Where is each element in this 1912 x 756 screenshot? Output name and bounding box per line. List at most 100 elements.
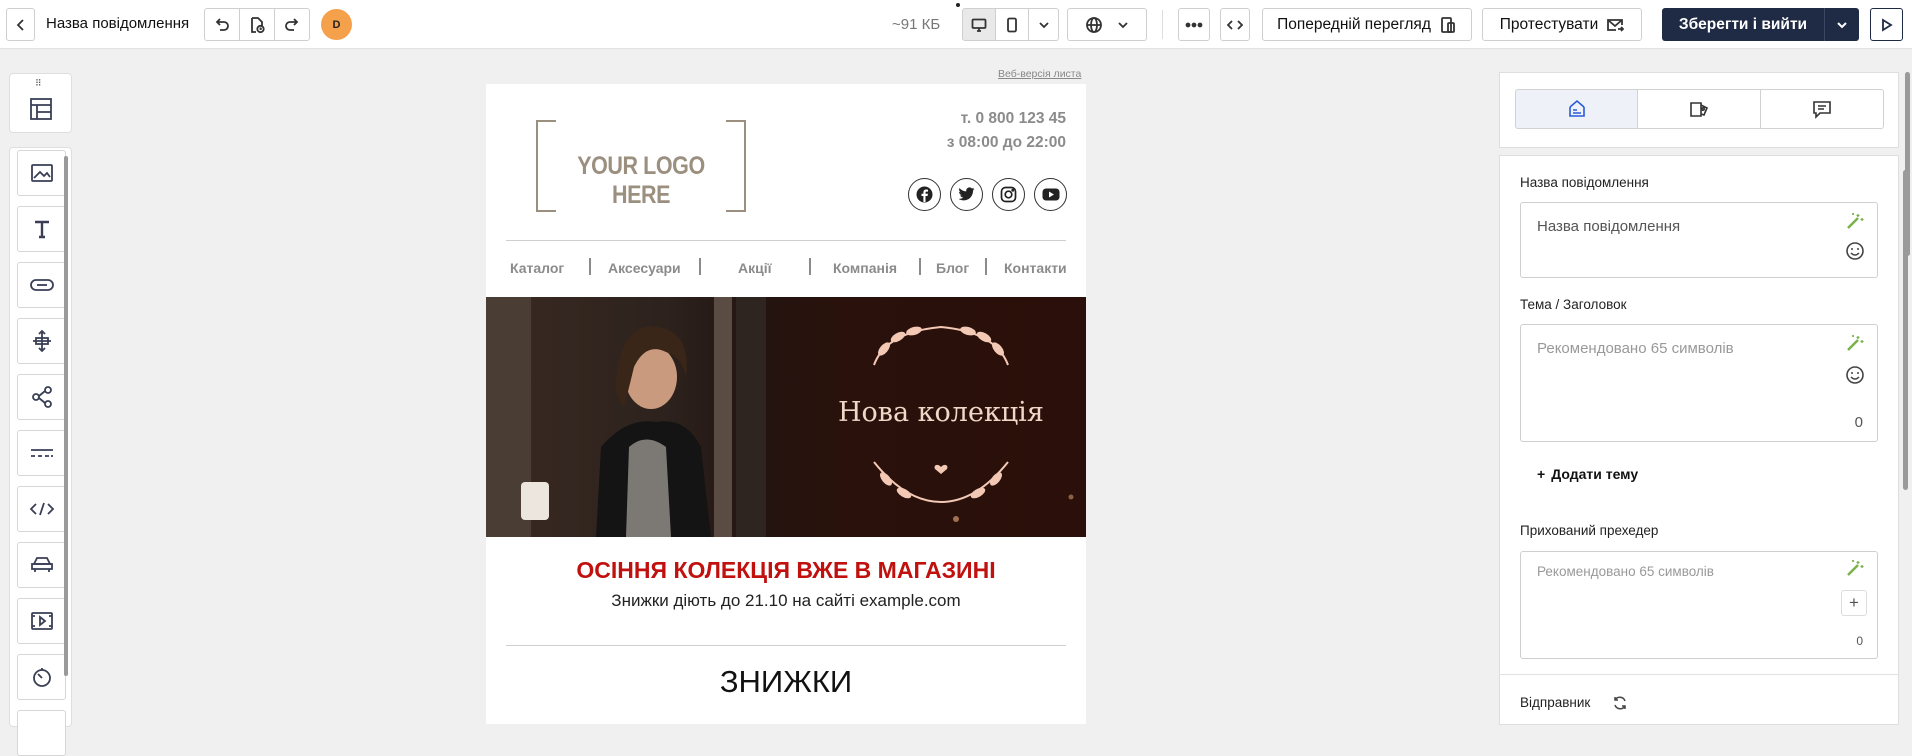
add-topic-button[interactable]: + Додати тему <box>1537 466 1638 482</box>
emoji-icon[interactable] <box>1845 365 1865 385</box>
save-exit-button[interactable]: Зберегти і вийти <box>1662 8 1824 41</box>
settings-scrollbar[interactable] <box>1903 170 1908 490</box>
email-headline[interactable]: ОСІННЯ КОЛЕКЦІЯ ВЖЕ В МАГАЗИНІ <box>486 557 1086 584</box>
preview-label: Попередній перегляд <box>1277 15 1431 33</box>
facebook-icon[interactable] <box>908 178 941 211</box>
button-tool[interactable] <box>17 262 66 308</box>
html-tool[interactable] <box>17 486 66 532</box>
message-size: ~91 КБ <box>892 16 941 33</box>
drag-handle-icon[interactable]: ⠿ <box>35 78 43 89</box>
preheader-label: Прихований прехедер <box>1520 523 1659 538</box>
mobile-view-button[interactable] <box>995 8 1029 41</box>
blocks-panel: ⠿ <box>9 73 72 133</box>
content-divider <box>506 645 1066 646</box>
chevron-down-icon <box>1118 21 1128 28</box>
menu-block-icon <box>30 557 53 572</box>
divider <box>1162 10 1163 39</box>
social-tool[interactable] <box>17 374 66 420</box>
desktop-icon <box>971 18 987 32</box>
subject-field[interactable]: Рекомендовано 65 символів 0 <box>1520 324 1878 442</box>
tab-message-settings[interactable] <box>1515 89 1638 129</box>
video-tool[interactable] <box>17 598 66 644</box>
history-button[interactable] <box>239 8 275 41</box>
subject-placeholder: Рекомендовано 65 символів <box>1537 340 1734 357</box>
view-dropdown[interactable] <box>1028 8 1059 41</box>
text-tool[interactable] <box>17 206 66 252</box>
menu-item-catalog[interactable]: Каталог <box>510 260 564 276</box>
hero-banner[interactable]: Нова колекція <box>486 297 1086 537</box>
globe-icon <box>1086 16 1102 33</box>
emoji-icon[interactable] <box>1845 241 1865 261</box>
refresh-icon[interactable] <box>1612 695 1628 711</box>
blocks-layout-icon[interactable] <box>28 96 54 122</box>
message-title[interactable]: Назва повідомлення <box>46 15 189 32</box>
youtube-icon[interactable] <box>1034 178 1067 211</box>
share-icon <box>31 386 52 408</box>
save-options-dropdown[interactable] <box>1824 8 1859 41</box>
working-hours: з 08:00 до 22:00 <box>946 134 1066 151</box>
tag-icon <box>1690 102 1709 117</box>
email-canvas[interactable]: YOUR LOGO HERE т. 0 800 123 45 з 08:00 д… <box>486 84 1086 724</box>
test-button[interactable]: Протестувати <box>1482 8 1642 41</box>
logo-placeholder[interactable]: YOUR LOGO HERE <box>536 120 746 212</box>
menu-separator <box>919 258 921 275</box>
preview-button[interactable]: Попередній перегляд <box>1262 8 1472 41</box>
menu-item-accessories[interactable]: Аксесуари <box>608 260 681 276</box>
header-divider <box>506 240 1066 241</box>
timer-icon <box>32 668 51 687</box>
more-tools[interactable] <box>17 710 66 756</box>
name-field[interactable]: Назва повідомлення <box>1520 202 1878 278</box>
undo-button[interactable] <box>204 8 240 41</box>
logo-text: YOUR LOGO HERE <box>577 152 705 209</box>
add-variable-button[interactable]: + <box>1841 590 1867 616</box>
twitter-icon[interactable] <box>950 178 983 211</box>
section-title[interactable]: ЗНИЖКИ <box>486 664 1086 700</box>
divider-tool[interactable] <box>17 430 66 476</box>
menu-item-sales[interactable]: Акції <box>738 260 772 276</box>
magic-wand-icon[interactable] <box>1845 333 1865 353</box>
magic-wand-icon[interactable] <box>1845 211 1865 231</box>
menu-tool[interactable] <box>17 542 66 588</box>
instagram-icon[interactable] <box>992 178 1025 211</box>
menu-separator <box>589 258 591 275</box>
menu-item-contacts[interactable]: Контакти <box>1004 260 1067 276</box>
divider-icon <box>30 449 53 457</box>
phone-number: т. 0 800 123 45 <box>960 110 1066 127</box>
code-button[interactable] <box>1220 8 1250 41</box>
desktop-view-button[interactable] <box>962 8 996 41</box>
web-version-link[interactable]: Веб-версія листа <box>998 68 1081 80</box>
plus-icon: + <box>1537 466 1546 482</box>
redo-icon <box>285 17 299 31</box>
code-icon <box>1227 19 1243 30</box>
menu-item-company[interactable]: Компанія <box>833 260 897 276</box>
button-icon <box>29 279 54 291</box>
undo-icon <box>215 17 229 31</box>
language-dropdown[interactable] <box>1067 8 1147 41</box>
back-button[interactable] <box>6 8 35 41</box>
mail-send-icon <box>1607 18 1625 32</box>
comment-icon <box>1813 101 1831 119</box>
email-subline[interactable]: Знижки діють до 21.10 на сайті example.c… <box>486 591 1086 611</box>
spacer-icon <box>32 329 51 353</box>
magic-wand-icon[interactable] <box>1845 558 1865 578</box>
preheader-field[interactable]: Рекомендовано 65 символів + 0 <box>1520 551 1878 659</box>
timer-tool[interactable] <box>17 654 66 700</box>
test-label: Протестувати <box>1499 15 1599 33</box>
tab-comments[interactable] <box>1760 89 1884 129</box>
avatar[interactable]: D <box>321 9 352 40</box>
spacer-tool[interactable] <box>17 318 66 364</box>
settings-panel: Назва повідомлення Назва повідомлення Те… <box>1499 155 1899 725</box>
preheader-counter: 0 <box>1856 634 1863 648</box>
image-tool[interactable] <box>17 150 66 196</box>
toolbar-scrollbar[interactable] <box>64 156 68 676</box>
tab-product[interactable] <box>1637 89 1761 129</box>
send-button[interactable] <box>1870 8 1903 41</box>
menu-separator <box>985 258 987 275</box>
menu-separator <box>809 258 811 275</box>
more-button[interactable] <box>1178 8 1210 41</box>
menu-separator <box>699 258 701 275</box>
redo-button[interactable] <box>274 8 310 41</box>
top-bar: Назва повідомлення D ~91 КБ Попередній п… <box>0 0 1912 49</box>
elements-toolbar <box>9 147 72 756</box>
menu-item-blog[interactable]: Блог <box>936 260 969 276</box>
